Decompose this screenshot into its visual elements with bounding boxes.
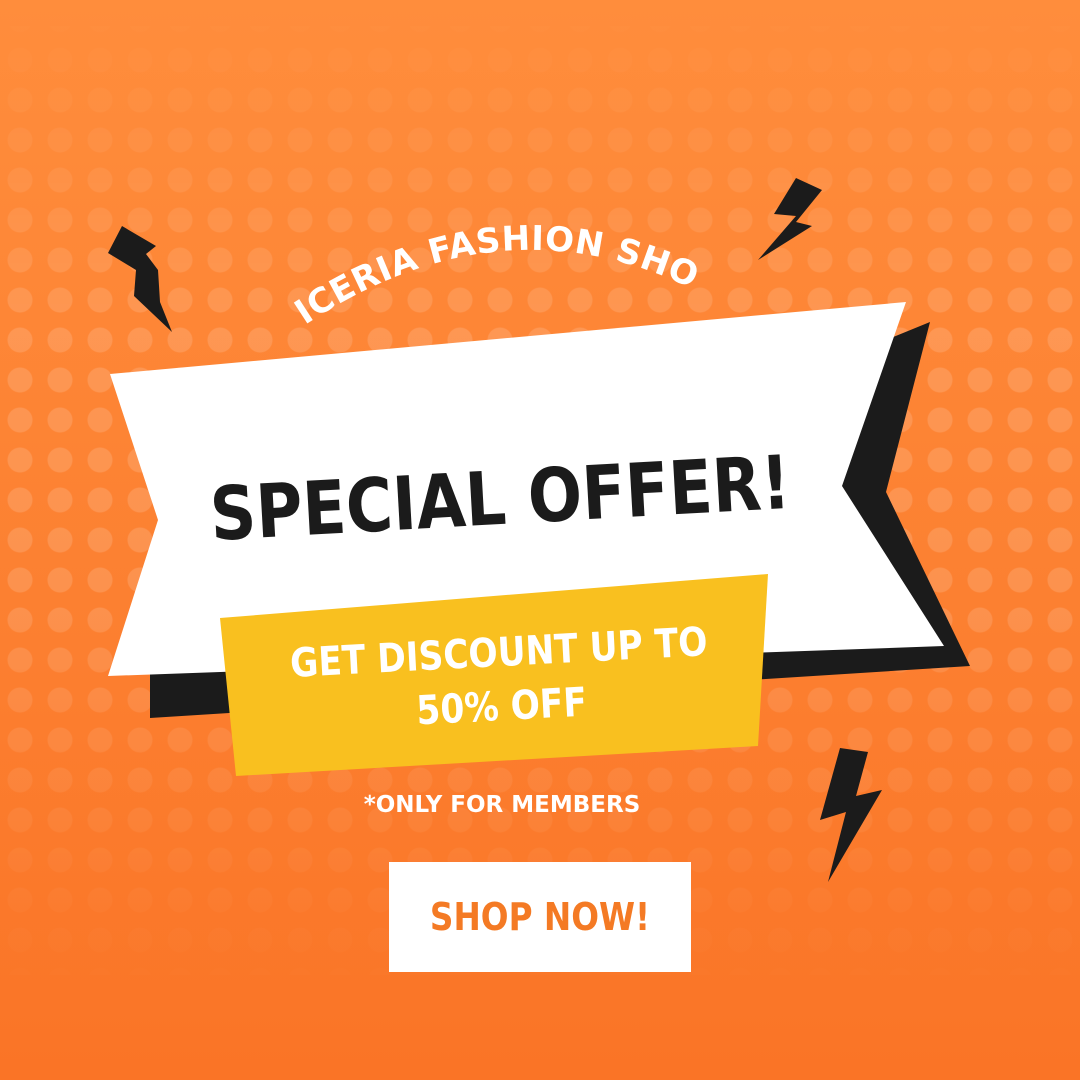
- lightning-bolt-icon: [758, 178, 822, 260]
- shop-now-button[interactable]: SHOP NOW!: [389, 862, 691, 972]
- promo-line-2: 50% OFF: [415, 678, 588, 734]
- lightning-bolt-icon: [108, 226, 172, 332]
- shop-now-label: SHOP NOW!: [429, 895, 651, 939]
- members-note: *ONLY FOR MEMBERS: [364, 792, 641, 818]
- promo-poster: LICERIA FASHION SHOP SPECIAL OFFER! GET …: [0, 0, 1080, 1080]
- brand-name: LICERIA FASHION SHOP: [0, 0, 705, 333]
- lightning-bolt-icon: [820, 748, 882, 882]
